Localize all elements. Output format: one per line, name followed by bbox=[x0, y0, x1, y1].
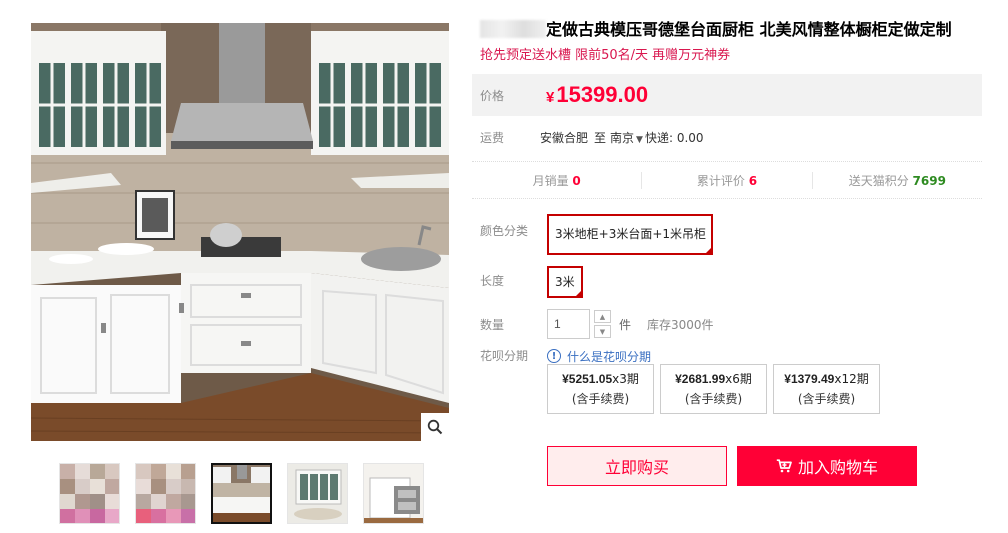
kitchen-image bbox=[31, 23, 449, 441]
tmall-points-value: 7699 bbox=[912, 173, 946, 188]
plan-price: ¥2681.99 bbox=[675, 372, 726, 386]
review-count-value: 6 bbox=[748, 173, 758, 188]
plan-amount: ¥1379.49x12期 bbox=[784, 369, 868, 389]
kitchen-thumbnail-image bbox=[213, 465, 270, 522]
buy-now-label: 立即购买 bbox=[604, 458, 669, 477]
product-page: 定做古典模压哥德堡台面厨柜 北美风情整体橱柜定做定制 抢先预定送水槽 限前50名… bbox=[0, 0, 1008, 533]
ship-to-selector[interactable]: 南京 ▼ bbox=[610, 129, 645, 146]
blurred-brand bbox=[480, 20, 546, 38]
huabei-help-text: 什么是花呗分期 bbox=[567, 349, 652, 364]
length-option-row: 长度 3米 ✓ bbox=[480, 266, 583, 299]
huabei-label: 花呗分期 bbox=[480, 349, 529, 363]
product-header: 定做古典模压哥德堡台面厨柜 北美风情整体橱柜定做定制 抢先预定送水槽 限前50名… bbox=[480, 19, 1000, 63]
thumbnail-4[interactable] bbox=[287, 463, 348, 524]
decrease-button[interactable]: ▼ bbox=[594, 325, 611, 338]
zoom-button[interactable] bbox=[421, 413, 449, 441]
color-option-selected[interactable]: 3米地柜+3米台面+1米吊柜 ✓ bbox=[547, 214, 714, 256]
thumbnail-2[interactable] bbox=[135, 463, 196, 524]
monthly-sales-label: 月销量 bbox=[532, 173, 569, 188]
pixelated-thumbnail-image bbox=[136, 464, 195, 523]
ship-to-city: 南京 bbox=[610, 131, 635, 145]
shipping-label: 运费 bbox=[480, 131, 505, 145]
plan-periods: x12期 bbox=[834, 372, 869, 386]
increase-button[interactable]: ▲ bbox=[594, 310, 611, 323]
stats-bar: 月销量 0 累计评价 6 送天猫积分 7699 bbox=[472, 161, 982, 199]
plan-periods: x3期 bbox=[612, 372, 639, 386]
add-to-cart-button[interactable]: 加入购物车 bbox=[737, 446, 917, 486]
quantity-row: 数量 ▲ ▼ 件 库存3000件 bbox=[480, 309, 714, 339]
quantity-input[interactable] bbox=[547, 309, 590, 339]
price-label: 价格 bbox=[480, 88, 505, 103]
ship-from: 安徽合肥 bbox=[540, 131, 589, 145]
price-amount: 15399.00 bbox=[556, 82, 649, 107]
quantity-unit: 件 bbox=[619, 317, 632, 332]
main-product-image[interactable] bbox=[31, 23, 449, 441]
currency-symbol: ¥ bbox=[546, 89, 555, 106]
tmall-points-label: 送天猫积分 bbox=[848, 173, 909, 188]
chevron-down-icon: ▼ bbox=[599, 327, 606, 336]
product-title: 定做古典模压哥德堡台面厨柜 北美风情整体橱柜定做定制 bbox=[480, 19, 1000, 41]
monthly-sales: 月销量 0 bbox=[472, 171, 643, 189]
thumbnail-3-selected[interactable] bbox=[211, 463, 272, 524]
installment-plan-12[interactable]: ¥1379.49x12期 (含手续费) bbox=[773, 364, 880, 414]
add-to-cart-label: 加入购物车 bbox=[797, 458, 878, 477]
review-count[interactable]: 累计评价 6 bbox=[642, 171, 813, 189]
chevron-up-icon: ▲ bbox=[599, 312, 606, 321]
review-count-label: 累计评价 bbox=[696, 173, 745, 188]
length-label: 长度 bbox=[480, 274, 505, 288]
plan-amount: ¥5251.05x3期 bbox=[562, 369, 639, 389]
color-option-text: 3米地柜+3米台面+1米吊柜 bbox=[555, 227, 707, 241]
plan-fee: (含手续费) bbox=[797, 392, 856, 406]
monthly-sales-value: 0 bbox=[572, 173, 581, 188]
info-icon: ! bbox=[547, 349, 561, 363]
magnifier-icon bbox=[427, 419, 443, 435]
color-label: 颜色分类 bbox=[480, 224, 529, 238]
plan-fee: (含手续费) bbox=[571, 392, 630, 406]
cabinet-thumbnail-image bbox=[288, 464, 347, 523]
price-bar: 价格 ¥15399.00 bbox=[472, 74, 982, 116]
product-title-text: 定做古典模压哥德堡台面厨柜 北美风情整体橱柜定做定制 bbox=[546, 20, 952, 39]
color-option-row: 颜色分类 3米地柜+3米台面+1米吊柜 ✓ bbox=[480, 214, 714, 256]
shipping-row: 运费 安徽合肥 至 南京 ▼ 快递: 0.00 bbox=[480, 129, 704, 146]
ship-to-prefix: 至 bbox=[594, 131, 607, 145]
length-option-text: 3米 bbox=[555, 275, 575, 289]
drawer-thumbnail-image bbox=[364, 464, 423, 523]
plan-price: ¥5251.05 bbox=[562, 372, 613, 386]
plan-periods: x6期 bbox=[725, 372, 752, 386]
plan-amount: ¥2681.99x6期 bbox=[675, 369, 752, 389]
length-option-selected[interactable]: 3米 ✓ bbox=[547, 266, 583, 299]
chevron-down-icon: ▼ bbox=[636, 135, 643, 145]
price-value: ¥15399.00 bbox=[546, 82, 648, 108]
tmall-points: 送天猫积分 7699 bbox=[813, 172, 982, 189]
express-fee: 快递: 0.00 bbox=[644, 131, 704, 145]
check-icon: ✓ bbox=[575, 291, 582, 299]
thumbnail-5[interactable] bbox=[363, 463, 424, 524]
installment-plan-3[interactable]: ¥5251.05x3期 (含手续费) bbox=[547, 364, 654, 414]
pixelated-thumbnail-image bbox=[60, 464, 119, 523]
plan-fee: (含手续费) bbox=[684, 392, 743, 406]
installment-plans: ¥5251.05x3期 (含手续费) ¥2681.99x6期 (含手续费) ¥1… bbox=[547, 364, 880, 414]
installment-plan-6[interactable]: ¥2681.99x6期 (含手续费) bbox=[660, 364, 767, 414]
promo-text: 抢先预定送水槽 限前50名/天 再赠万元神券 bbox=[480, 48, 731, 63]
thumbnail-1[interactable] bbox=[59, 463, 120, 524]
stock-info: 库存3000件 bbox=[647, 317, 714, 332]
thumbnail-strip bbox=[59, 463, 424, 524]
quantity-label: 数量 bbox=[480, 317, 505, 332]
cart-icon bbox=[776, 459, 792, 473]
quantity-stepper: ▲ ▼ bbox=[594, 310, 611, 338]
check-icon: ✓ bbox=[706, 248, 713, 256]
plan-price: ¥1379.49 bbox=[784, 372, 835, 386]
buy-now-button[interactable]: 立即购买 bbox=[547, 446, 727, 486]
